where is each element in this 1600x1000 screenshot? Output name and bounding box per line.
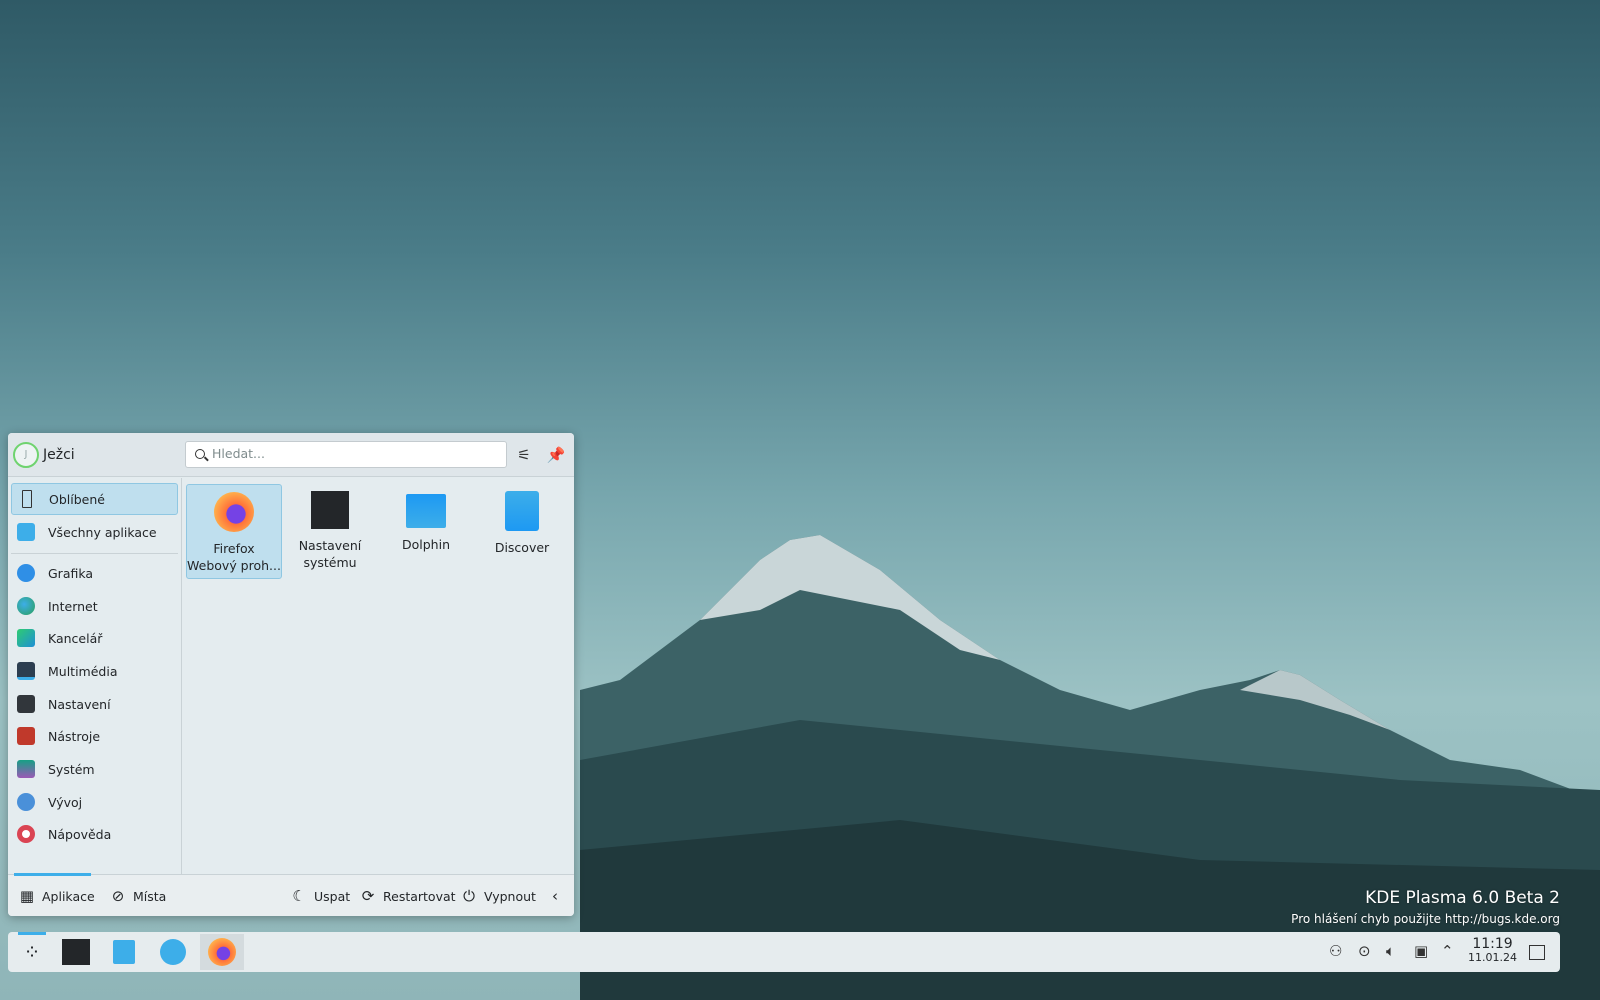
search-input[interactable] bbox=[212, 446, 492, 461]
globe-icon bbox=[17, 597, 35, 615]
office-icon bbox=[17, 629, 35, 647]
volume-icon[interactable]: 🔈︎ bbox=[1386, 942, 1395, 960]
dolphin-folder-icon bbox=[406, 494, 446, 528]
help-icon bbox=[17, 825, 35, 843]
sidebar-item-label: Multimédia bbox=[48, 663, 118, 679]
app-launcher-button[interactable]: ⁘ bbox=[10, 934, 54, 970]
tab-label: Místa bbox=[133, 888, 167, 904]
launcher-header: J Ježci ⚟ 📌 bbox=[8, 433, 574, 477]
pin-icon[interactable]: 📌 bbox=[545, 444, 567, 466]
multimedia-icon bbox=[17, 662, 35, 680]
wired-network-icon[interactable]: ▣ bbox=[1414, 942, 1428, 960]
media-player-icon[interactable]: ⊙ bbox=[1358, 942, 1371, 960]
sidebar-item-label: Nástroje bbox=[48, 728, 101, 744]
task-discover[interactable] bbox=[102, 934, 146, 970]
button-label: Vypnout bbox=[484, 888, 536, 904]
category-sidebar: Oblíbené Všechny aplikace Grafika Intern… bbox=[8, 478, 182, 874]
digital-clock[interactable]: 11:19 11.01.24 bbox=[1468, 937, 1517, 965]
sidebar-item-system[interactable]: Systém bbox=[11, 753, 178, 785]
sidebar-divider bbox=[11, 553, 178, 554]
sidebar-item-settings[interactable]: Nastavení bbox=[11, 688, 178, 720]
favorite-discover[interactable]: Discover bbox=[474, 484, 570, 579]
clock-time: 11:19 bbox=[1472, 936, 1513, 952]
toolbox-icon bbox=[17, 727, 35, 745]
app-name: Firefox bbox=[213, 541, 255, 556]
sidebar-item-label: Kancelář bbox=[48, 630, 103, 646]
compass-icon: ⊘ bbox=[111, 887, 125, 905]
app-description: systému bbox=[303, 555, 357, 570]
favorite-firefox[interactable]: Firefox Webový proh... bbox=[186, 484, 282, 579]
task-dolphin[interactable] bbox=[151, 934, 195, 970]
user-name: Ježci bbox=[43, 447, 75, 463]
firefox-icon bbox=[208, 938, 236, 966]
system-settings-icon bbox=[311, 491, 349, 529]
sidebar-item-development[interactable]: Vývoj bbox=[11, 786, 178, 818]
app-description: Webový proh... bbox=[187, 558, 281, 573]
tab-places[interactable]: ⊘ Místa bbox=[109, 887, 167, 905]
restart-icon: ⟳ bbox=[361, 887, 375, 905]
discover-icon bbox=[113, 940, 135, 964]
application-launcher: J Ježci ⚟ 📌 Oblíbené Všechny aplikace Gr… bbox=[8, 433, 574, 916]
grid-icon: ▦ bbox=[19, 887, 35, 905]
graphics-icon bbox=[17, 564, 35, 582]
sidebar-item-label: Grafika bbox=[48, 565, 94, 581]
watermark-title: KDE Plasma 6.0 Beta 2 bbox=[1365, 888, 1560, 908]
grid-apps-icon bbox=[17, 523, 35, 541]
clock-date: 11.01.24 bbox=[1468, 951, 1517, 964]
sidebar-item-favorites[interactable]: Oblíbené bbox=[11, 483, 178, 515]
sidebar-item-label: Oblíbené bbox=[49, 491, 105, 507]
restart-button[interactable]: ⟳ Restartovat bbox=[359, 887, 456, 905]
sidebar-item-label: Internet bbox=[48, 598, 98, 614]
search-field[interactable] bbox=[185, 441, 507, 468]
tab-label: Aplikace bbox=[42, 888, 95, 904]
tab-applications[interactable]: ▦ Aplikace bbox=[18, 887, 95, 905]
sidebar-item-label: Všechny aplikace bbox=[48, 524, 157, 540]
show-desktop-icon[interactable] bbox=[1529, 945, 1545, 960]
sidebar-item-internet[interactable]: Internet bbox=[11, 590, 178, 622]
sleep-button[interactable]: ☾ Uspat bbox=[290, 887, 350, 905]
system-icon bbox=[17, 760, 35, 778]
favorite-system-settings[interactable]: Nastavení systému bbox=[282, 484, 378, 579]
system-settings-icon bbox=[62, 939, 90, 965]
power-icon: ⏻ bbox=[463, 887, 475, 905]
configure-icon[interactable]: ⚟ bbox=[513, 444, 535, 466]
sidebar-item-tools[interactable]: Nástroje bbox=[11, 720, 178, 752]
firefox-icon bbox=[214, 492, 254, 532]
leave-options-button[interactable]: ‹ bbox=[546, 887, 564, 905]
active-tab-indicator bbox=[14, 873, 91, 876]
sidebar-item-multimedia[interactable]: Multimédia bbox=[11, 655, 178, 687]
sidebar-item-label: Systém bbox=[48, 761, 95, 777]
taskbar: ⁘ ⚇ ⊙ 🔈︎ ▣ ⌃ 11:19 11.01.24 bbox=[8, 932, 1560, 972]
app-name: Discover bbox=[494, 540, 550, 555]
development-icon bbox=[17, 793, 35, 811]
sidebar-item-graphics[interactable]: Grafika bbox=[11, 557, 178, 589]
task-firefox[interactable] bbox=[200, 934, 244, 970]
sidebar-item-office[interactable]: Kancelář bbox=[11, 622, 178, 654]
sidebar-item-label: Vývoj bbox=[48, 794, 83, 810]
app-name: Dolphin bbox=[402, 537, 450, 552]
bookmark-icon bbox=[22, 490, 32, 508]
task-system-settings[interactable] bbox=[54, 934, 98, 970]
user-avatar[interactable]: J bbox=[13, 442, 39, 468]
kde-launcher-icon: ⁘ bbox=[23, 940, 41, 964]
search-icon bbox=[195, 449, 205, 459]
button-label: Uspat bbox=[314, 888, 351, 904]
chevron-left-circle-icon: ‹ bbox=[552, 887, 558, 905]
settings-icon bbox=[17, 695, 35, 713]
sidebar-item-label: Nápověda bbox=[48, 826, 112, 842]
button-label: Restartovat bbox=[383, 888, 456, 904]
show-hidden-icons-chevron-up-icon[interactable]: ⌃ bbox=[1441, 942, 1454, 960]
discover-icon bbox=[505, 491, 539, 531]
sidebar-item-all-apps[interactable]: Všechny aplikace bbox=[11, 516, 178, 548]
app-name: Nastavení bbox=[298, 538, 362, 553]
shutdown-button[interactable]: ⏻ Vypnout bbox=[460, 887, 536, 905]
sidebar-item-help[interactable]: Nápověda bbox=[11, 818, 178, 850]
sleep-moon-icon: ☾ bbox=[292, 887, 306, 905]
network-icon[interactable]: ⚇ bbox=[1329, 942, 1342, 960]
favorite-dolphin[interactable]: Dolphin bbox=[378, 484, 474, 579]
watermark-subtitle: Pro hlášení chyb použijte http://bugs.kd… bbox=[1291, 912, 1560, 926]
kde-welcome-icon bbox=[160, 939, 186, 965]
launcher-footer: ▦ Aplikace ⊘ Místa ☾ Uspat ⟳ Restartovat ⏻ Vy… bbox=[8, 873, 574, 916]
sidebar-item-label: Nastavení bbox=[48, 696, 111, 712]
